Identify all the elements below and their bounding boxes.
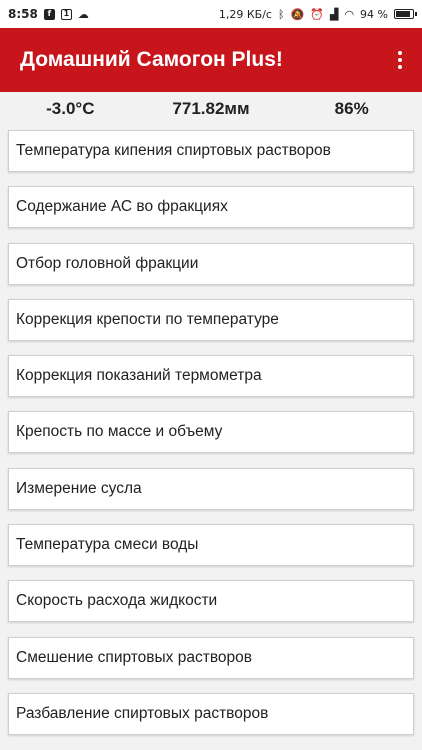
menu-item-flow-rate[interactable]: Скорость расхода жидкости (8, 580, 414, 623)
facebook-icon: f (43, 8, 55, 20)
status-bar: 8:58 f 1 ☁ 1,29 КБ/с ᛒ 🔕 ⏰ ▟ ◠ 94 % (0, 0, 422, 28)
status-bar-right: 1,29 КБ/с ᛒ 🔕 ⏰ ▟ ◠ 94 % (218, 7, 417, 21)
menu-item-wort-measurement[interactable]: Измерение сусла (8, 467, 414, 510)
menu-item-mixing-solutions[interactable]: Смешение спиртовых растворов (8, 636, 414, 679)
menu-item-mass-volume-strength[interactable]: Крепость по массе и объему (8, 411, 414, 454)
menu-item-strength-correction[interactable]: Коррекция крепости по температуре (8, 298, 414, 341)
bluetooth-icon: ᛒ (277, 7, 285, 21)
overflow-dot (398, 58, 402, 62)
cloud-icon: ☁ (77, 7, 89, 21)
signal-icon: ▟ (329, 7, 339, 21)
menu-item-dilution[interactable]: Разбавление спиртовых растворов (8, 692, 414, 735)
wifi-icon: ◠ (344, 7, 355, 21)
pressure-reading: 771.82мм (172, 99, 250, 118)
alarm-icon: ⏰ (310, 7, 324, 21)
network-speed: 1,29 КБ/с (218, 7, 272, 21)
calculator-menu-list: Температура кипения спиртовых растворов … (8, 130, 414, 749)
temperature-reading: -3.0°C (46, 99, 95, 118)
menu-item-head-fraction[interactable]: Отбор головной фракции (8, 242, 414, 285)
overflow-dot (398, 51, 402, 55)
menu-item-water-mix-temperature[interactable]: Температура смеси воды (8, 524, 414, 567)
menu-item-boiling-temperature[interactable]: Температура кипения спиртовых растворов (8, 130, 414, 172)
app-title: Домашний Самогон Plus! (20, 48, 283, 71)
battery-percent: 94 % (360, 7, 388, 21)
menu-item-thermometer-correction[interactable]: Коррекция показаний термометра (8, 355, 414, 398)
overflow-dot (398, 65, 402, 69)
app-bar: Домашний Самогон Plus! (0, 28, 422, 92)
status-bar-left: 8:58 f 1 ☁ (8, 7, 89, 21)
more-vertical-icon[interactable] (392, 45, 408, 75)
menu-item-alcohol-in-fractions[interactable]: Содержание АС во фракциях (8, 186, 414, 229)
battery-fill (396, 11, 411, 17)
notification-icon: 1 (60, 8, 72, 20)
battery-icon (394, 9, 417, 19)
humidity-reading: 86% (334, 99, 369, 118)
weather-readings: -3.0°C 771.82мм 86% (0, 92, 422, 126)
mute-icon: 🔕 (290, 7, 305, 21)
status-time: 8:58 (8, 7, 38, 21)
